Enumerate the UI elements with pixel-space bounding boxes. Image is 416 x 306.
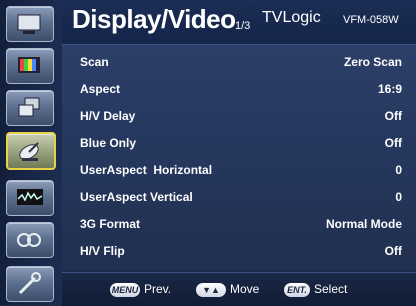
menu-row-label: UserAspect Horizontal	[80, 163, 213, 177]
arrows-key-icon: ▼▲	[196, 283, 226, 297]
sidebar	[0, 0, 62, 305]
menu-row-hv-delay[interactable]: H/V Delay Off	[62, 103, 416, 129]
menu-row-aspect[interactable]: Aspect 16:9	[62, 76, 416, 102]
select-hint: Select	[314, 282, 348, 296]
page-title: Display/Video	[72, 4, 236, 34]
menu-row-value: Off	[384, 109, 402, 123]
menu-row-label: Aspect	[80, 82, 121, 96]
waveform-icon	[17, 189, 43, 205]
menu-row-hv-flip[interactable]: H/V Flip Off	[62, 238, 416, 264]
header: Display/Video 1/3 TVLogic VFM-058W	[62, 0, 416, 42]
menu-row-value: 16:9	[377, 82, 402, 96]
menu-row-label: UserAspect Vertical	[80, 190, 193, 204]
audio-icon	[17, 233, 41, 247]
sidebar-item-tools[interactable]	[6, 266, 54, 302]
menu-row-scan[interactable]: Scan Zero Scan	[62, 49, 416, 75]
menu-row-value: Off	[384, 244, 402, 258]
model-name: VFM-058W	[343, 14, 399, 26]
sidebar-item-waveform[interactable]	[6, 180, 54, 216]
prev-hint: Prev.	[144, 282, 172, 296]
menu-row-value: Zero Scan	[343, 55, 402, 69]
monitor-icon	[17, 14, 41, 34]
move-hint: Move	[230, 282, 260, 296]
layers-icon	[18, 97, 40, 117]
menu-row-value: Normal Mode	[325, 217, 402, 231]
menu-row-value: 0	[395, 190, 402, 204]
satellite-dish-icon	[19, 142, 39, 161]
menu-key-icon: MENU	[110, 283, 140, 297]
menu-panel: Scan Zero Scan Aspect 16:9 H/V Delay Off…	[62, 44, 416, 270]
tools-icon	[18, 272, 41, 295]
sidebar-item-monitor[interactable]	[6, 6, 54, 42]
menu-row-label: Scan	[80, 55, 109, 69]
menu-row-value: Off	[384, 136, 402, 150]
menu-row-useraspect-vertical[interactable]: UserAspect Vertical 0	[62, 184, 416, 210]
menu-row-label: Blue Only	[80, 136, 137, 150]
sidebar-item-audio[interactable]	[6, 222, 54, 258]
sidebar-item-color[interactable]	[6, 48, 54, 84]
menu-row-value: 0	[395, 163, 402, 177]
menu-row-3g-format[interactable]: 3G Format Normal Mode	[62, 211, 416, 237]
menu-row-label: H/V Delay	[80, 109, 136, 123]
footer-hints: MENU Prev. ▼▲ Move ENT. Select	[62, 272, 416, 306]
enter-key-icon: ENT.	[284, 283, 310, 297]
color-bars-icon	[18, 57, 40, 73]
menu-row-label: H/V Flip	[80, 244, 125, 258]
sidebar-item-display-video[interactable]	[6, 132, 56, 170]
sidebar-item-layers[interactable]	[6, 90, 54, 126]
menu-row-blue-only[interactable]: Blue Only Off	[62, 130, 416, 156]
menu-row-label: 3G Format	[80, 217, 141, 231]
menu-row-useraspect-horizontal[interactable]: UserAspect Horizontal 0	[62, 157, 416, 183]
brand-name: TVLogic	[262, 9, 321, 26]
page-indicator: 1/3	[235, 20, 251, 32]
